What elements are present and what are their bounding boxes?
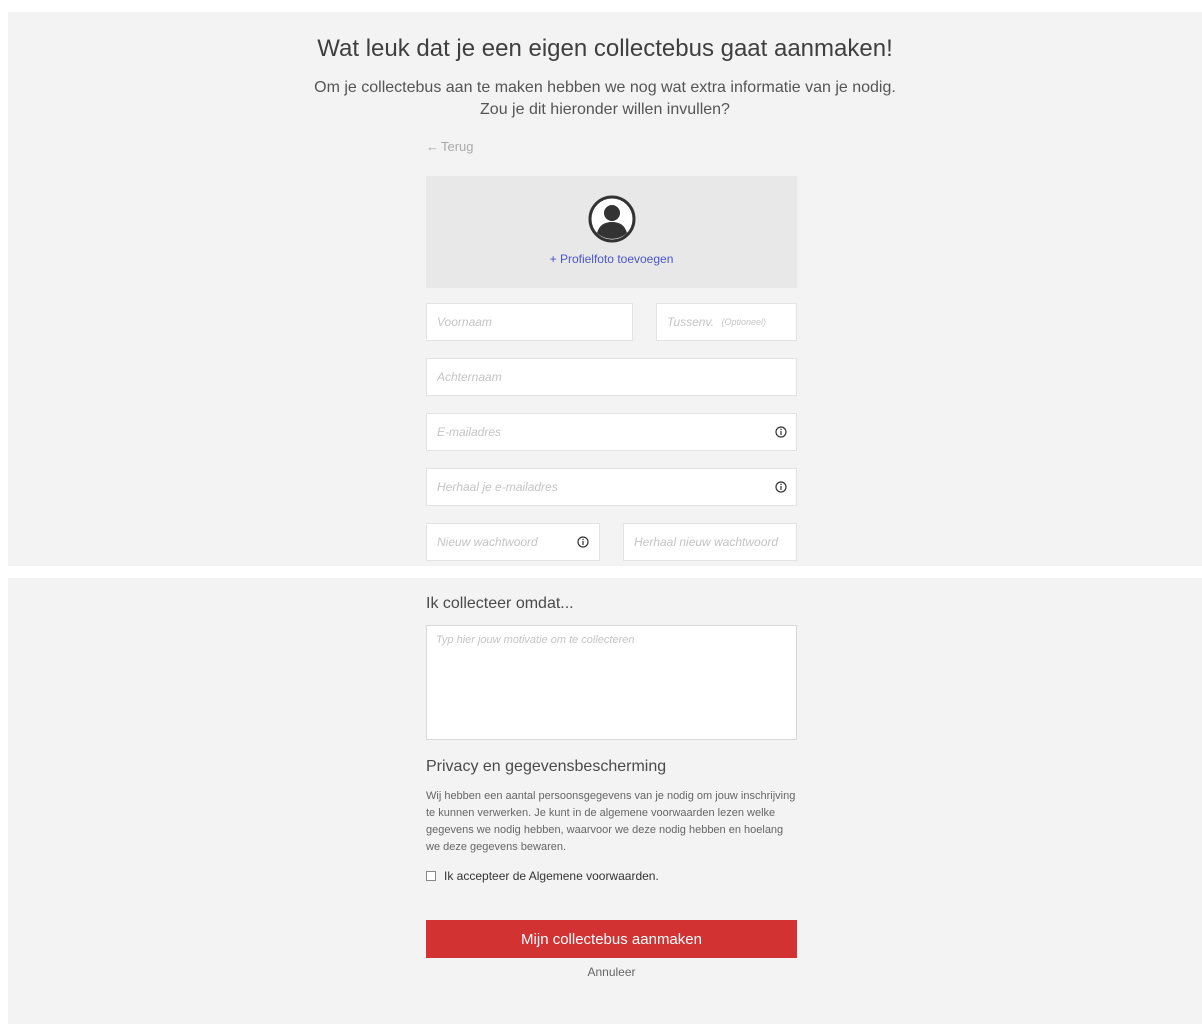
email-input[interactable] (427, 414, 775, 450)
back-link[interactable]: ← Terug (426, 139, 474, 154)
accept-terms-checkbox[interactable] (426, 871, 436, 881)
motivation-heading: Ik collecteer omdat... (426, 595, 574, 612)
password-repeat-field[interactable] (623, 523, 797, 561)
accept-terms-label[interactable]: Ik accepteer de Algemene voorwaarden. (444, 869, 659, 883)
page-title: Wat leuk dat je een eigen collectebus ga… (317, 35, 893, 62)
arrow-left-icon: ← (426, 139, 439, 154)
add-profile-photo-link[interactable]: + Profielfoto toevoegen (426, 252, 797, 266)
email-repeat-field[interactable] (426, 468, 797, 506)
password-input[interactable] (427, 524, 577, 560)
accept-terms-row[interactable]: Ik accepteer de Algemene voorwaarden. (426, 869, 659, 883)
info-icon[interactable] (775, 426, 787, 438)
first-name-input[interactable] (427, 304, 632, 340)
email-field[interactable] (426, 413, 797, 451)
page-subtitle: Om je collectebus aan te maken hebben we… (8, 77, 1202, 121)
infix-field[interactable]: (Optioneel) (656, 303, 797, 341)
last-name-input[interactable] (427, 359, 796, 395)
back-link-label: Terug (441, 139, 474, 154)
email-repeat-input[interactable] (427, 469, 775, 505)
first-name-field[interactable] (426, 303, 633, 341)
cancel-link[interactable]: Annuleer (426, 965, 797, 979)
optional-label: (Optioneel) (721, 317, 766, 327)
subtitle-line-2: Zou je dit hieronder willen invullen? (480, 101, 730, 118)
motivation-textarea[interactable] (426, 625, 797, 740)
last-name-field[interactable] (426, 358, 797, 396)
password-repeat-input[interactable] (624, 524, 796, 560)
create-collection-box-button[interactable]: Mijn collectebus aanmaken (426, 920, 797, 958)
info-icon[interactable] (577, 536, 589, 548)
infix-input[interactable] (657, 304, 722, 340)
info-icon[interactable] (775, 481, 787, 493)
privacy-text: Wij hebben een aantal persoonsgegevens v… (426, 790, 796, 853)
profile-photo-upload[interactable]: + Profielfoto toevoegen (426, 176, 797, 288)
privacy-heading: Privacy en gegevensbescherming (426, 758, 667, 775)
user-avatar-icon (588, 195, 636, 243)
subtitle-line-1: Om je collectebus aan te maken hebben we… (314, 79, 896, 96)
password-field[interactable] (426, 523, 600, 561)
